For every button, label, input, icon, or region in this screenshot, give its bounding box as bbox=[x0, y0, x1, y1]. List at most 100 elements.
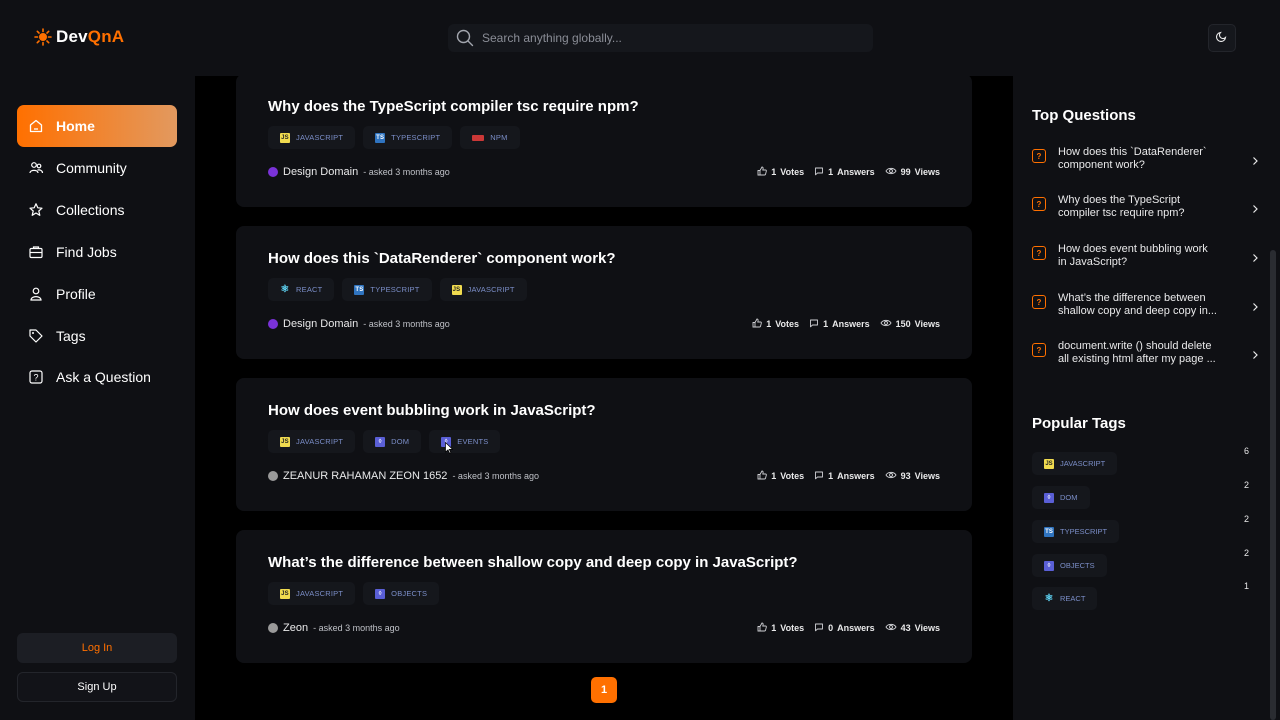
top-question-item[interactable]: ? Why does the TypeScript compiler tsc re… bbox=[1032, 194, 1258, 228]
top-question-item[interactable]: ? document.write () should delete all exi… bbox=[1032, 340, 1258, 374]
votes-label: Votes bbox=[780, 167, 805, 177]
question-title[interactable]: How does event bubbling work in JavaScri… bbox=[268, 402, 596, 419]
popular-tag[interactable]: ⚛ REACT bbox=[1032, 587, 1098, 610]
top-question-item[interactable]: ? How does this `DataRenderer` component … bbox=[1032, 146, 1258, 180]
views-stat: 150 Views bbox=[880, 318, 940, 330]
question-card[interactable]: How does this `DataRenderer` component w… bbox=[236, 226, 972, 359]
answers-count: 1 bbox=[828, 471, 834, 481]
question-tags: JS JAVASCRIPT ◊ DOM ◊ EVENTS bbox=[268, 430, 501, 453]
tag-react[interactable]: ⚛ REACT bbox=[268, 278, 335, 301]
sidebar-item-label: Ask a Question bbox=[56, 369, 151, 385]
pagination-current-page[interactable]: 1 bbox=[591, 677, 617, 703]
question-stats: 1 Votes 1 Answers 99 Views bbox=[757, 166, 940, 178]
tag-dom[interactable]: ◊ DOM bbox=[363, 430, 422, 453]
answers-label: Answers bbox=[837, 167, 875, 177]
tag-typescript[interactable]: TS TYPESCRIPT bbox=[363, 126, 453, 149]
search-input[interactable] bbox=[482, 31, 862, 45]
tag-typescript[interactable]: TS TYPESCRIPT bbox=[342, 278, 432, 301]
avatar bbox=[268, 471, 278, 481]
briefcase-icon bbox=[28, 244, 44, 260]
author-name[interactable]: ZEANUR RAHAMAN ZEON 1652 bbox=[283, 470, 447, 482]
page-scrollbar[interactable] bbox=[1270, 250, 1276, 720]
star-icon bbox=[28, 202, 44, 218]
sidebar-item-community[interactable]: Community bbox=[17, 147, 177, 189]
signup-button[interactable]: Sign Up bbox=[17, 672, 177, 702]
javascript-icon: JS bbox=[1044, 458, 1054, 469]
theme-toggle-button[interactable] bbox=[1208, 24, 1236, 52]
question-tags: JS JAVASCRIPT TS TYPESCRIPT NPM bbox=[268, 126, 520, 149]
javascript-icon: JS bbox=[280, 588, 290, 599]
sidebar-item-find-jobs[interactable]: Find Jobs bbox=[17, 231, 177, 273]
votes-count: 1 bbox=[771, 167, 777, 177]
main-content: Why does the TypeScript compiler tsc req… bbox=[195, 74, 1013, 720]
popular-tag-item[interactable]: TS TYPESCRIPT 2 bbox=[1032, 514, 1249, 543]
question-card[interactable]: Why does the TypeScript compiler tsc req… bbox=[236, 74, 972, 207]
votes-stat: 1 Votes bbox=[757, 470, 804, 482]
question-title[interactable]: Why does the TypeScript compiler tsc req… bbox=[268, 98, 639, 115]
votes-label: Votes bbox=[780, 471, 805, 481]
tag-npm[interactable]: NPM bbox=[460, 126, 520, 149]
sidebar-item-profile[interactable]: Profile bbox=[17, 273, 177, 315]
views-count: 43 bbox=[900, 623, 911, 633]
author-name[interactable]: Zeon bbox=[283, 622, 308, 634]
question-card[interactable]: How does event bubbling work in JavaScri… bbox=[236, 378, 972, 511]
tag-javascript[interactable]: JS JAVASCRIPT bbox=[268, 430, 356, 453]
views-stat: 99 Views bbox=[885, 166, 940, 178]
tag-javascript[interactable]: JS JAVASCRIPT bbox=[268, 126, 356, 149]
popular-tag-item[interactable]: ⚛ REACT 1 bbox=[1032, 581, 1249, 610]
views-label: Views bbox=[914, 319, 940, 329]
tag-javascript[interactable]: JS JAVASCRIPT bbox=[439, 278, 527, 301]
logo[interactable]: DevQnA bbox=[34, 27, 124, 47]
question-title[interactable]: What’s the difference between shallow co… bbox=[268, 554, 798, 571]
question-card[interactable]: What’s the difference between shallow co… bbox=[236, 530, 972, 663]
answers-count: 0 bbox=[828, 623, 834, 633]
author-name[interactable]: Design Domain bbox=[283, 166, 358, 178]
tag-objects[interactable]: ◊ OBJECTS bbox=[363, 582, 440, 605]
sidebar-item-ask-question[interactable]: ? Ask a Question bbox=[17, 356, 177, 398]
top-question-item[interactable]: ? What’s the difference between shallow c… bbox=[1032, 292, 1258, 326]
message-icon bbox=[814, 622, 824, 634]
typescript-icon: TS bbox=[375, 132, 386, 143]
popular-tag-item[interactable]: JS JAVASCRIPT 6 bbox=[1032, 446, 1249, 475]
avatar bbox=[268, 623, 278, 633]
question-stats: 1 Votes 1 Answers 93 Views bbox=[757, 470, 940, 482]
tag-javascript[interactable]: JS JAVASCRIPT bbox=[268, 582, 356, 605]
popular-tag[interactable]: ◊ DOM bbox=[1032, 486, 1090, 509]
sidebar-item-collections[interactable]: Collections bbox=[17, 189, 177, 231]
tag-events[interactable]: ◊ EVENTS bbox=[429, 430, 501, 453]
popular-tag-count: 6 bbox=[1243, 446, 1249, 456]
answers-label: Answers bbox=[832, 319, 870, 329]
votes-stat: 1 Votes bbox=[752, 318, 799, 330]
top-question-line: compiler tsc require npm? bbox=[1058, 207, 1185, 219]
login-button[interactable]: Log In bbox=[17, 633, 177, 663]
popular-tag-item[interactable]: ◊ DOM 2 bbox=[1032, 480, 1249, 509]
like-icon bbox=[757, 166, 768, 178]
asked-time: - asked 3 months ago bbox=[313, 623, 400, 633]
popular-tag-label: DOM bbox=[1060, 493, 1078, 502]
popular-tag[interactable]: ◊ OBJECTS bbox=[1032, 554, 1107, 577]
votes-count: 1 bbox=[771, 623, 777, 633]
chevron-right-icon bbox=[1250, 299, 1260, 311]
question-title[interactable]: How does this `DataRenderer` component w… bbox=[268, 250, 616, 267]
popular-tag[interactable]: JS JAVASCRIPT bbox=[1032, 452, 1118, 475]
question-icon: ? bbox=[1032, 197, 1046, 211]
popular-tag[interactable]: TS TYPESCRIPT bbox=[1032, 520, 1120, 543]
top-question-line: Why does the TypeScript bbox=[1058, 194, 1181, 206]
chevron-right-icon bbox=[1250, 250, 1260, 262]
views-count: 150 bbox=[895, 319, 911, 329]
popular-tag-item[interactable]: ◊ OBJECTS 2 bbox=[1032, 548, 1249, 577]
top-question-item[interactable]: ? How does event bubbling work in JavaScr… bbox=[1032, 243, 1258, 277]
top-bar: DevQnA bbox=[0, 0, 1280, 76]
objects-icon: ◊ bbox=[375, 588, 386, 599]
sidebar-item-home[interactable]: Home bbox=[17, 105, 177, 147]
votes-stat: 1 Votes bbox=[757, 166, 804, 178]
avatar bbox=[268, 319, 278, 329]
home-icon bbox=[28, 118, 44, 134]
sidebar-item-tags[interactable]: Tags bbox=[17, 315, 177, 357]
question-meta: Zeon - asked 3 months ago bbox=[268, 622, 400, 634]
logo-icon bbox=[34, 28, 52, 46]
votes-count: 1 bbox=[771, 471, 777, 481]
question-icon: ? bbox=[1032, 149, 1046, 163]
views-count: 99 bbox=[900, 167, 911, 177]
author-name[interactable]: Design Domain bbox=[283, 318, 358, 330]
